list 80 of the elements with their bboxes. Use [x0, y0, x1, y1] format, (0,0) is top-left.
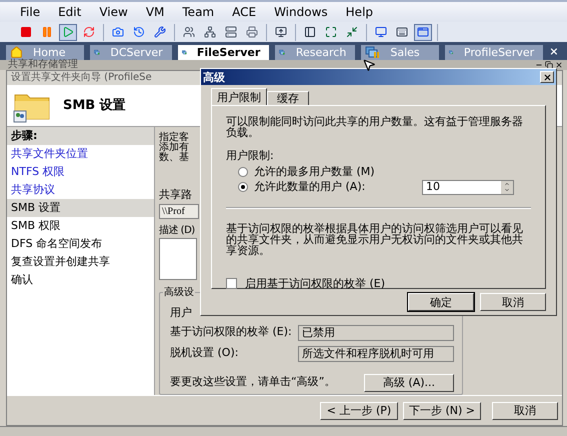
intro-text: 指定客: [159, 133, 189, 143]
users-icon: [183, 26, 195, 38]
window-icon: [417, 26, 429, 38]
intro-text: 数、基: [159, 153, 189, 163]
user-limit-description: 可以限制能同时访问此共享的用户数量。这有益于管理服务器负载。: [226, 116, 524, 138]
path-field: \\Prof: [159, 204, 199, 218]
keyboard-icon: [396, 26, 408, 38]
path-label: 共享路: [159, 187, 192, 203]
enumeration-description: 基于访问权限的枚举根据具体用户的访问权筛选用户可以看见的共享文件夹，从而避免显示用户无权访问的文件夹或其他共享资源。: [226, 222, 524, 256]
dialog-button[interactable]: 取消: [492, 402, 558, 420]
radio-label: 允许此数量的用户 (A):: [254, 178, 366, 195]
step-item[interactable]: 共享协议: [7, 181, 154, 199]
printer-icon: [246, 26, 258, 38]
server-icon: [225, 26, 237, 38]
setting-value: 所选文件和程序脱机时可用: [298, 346, 454, 362]
close-icon[interactable]: [549, 46, 559, 57]
dialog-title: 高级: [203, 72, 225, 82]
stop-icon: [20, 26, 32, 38]
step-item[interactable]: NTFS 权限: [7, 163, 154, 181]
intro-text: 添加有: [159, 143, 189, 153]
radio-button[interactable]: [238, 167, 248, 177]
description-label: 描述 (D): [159, 224, 195, 238]
dialog-button[interactable]: 高级 (A)...: [364, 374, 454, 392]
user-limit-label: 用户: [170, 305, 193, 322]
dialog-tab[interactable]: 用户限制: [211, 88, 267, 105]
fit-icon: [346, 26, 358, 38]
history-icon: [133, 26, 145, 38]
checkbox-label: 启用基于访问权限的枚举 (E): [245, 276, 386, 292]
step-item[interactable]: 共享文件夹位置: [7, 145, 154, 163]
wizard-title: 设置共享文件夹向导 (ProfileSe: [11, 73, 152, 83]
close-button[interactable]: [540, 71, 554, 83]
dialog-button[interactable]: 下一步 (N) >: [403, 402, 481, 420]
description-field[interactable]: [159, 238, 197, 280]
monitor-icon: [375, 26, 387, 38]
user-count-value: 10: [425, 178, 441, 195]
radio-button[interactable]: [238, 182, 248, 192]
menu-item[interactable]: Windows: [274, 3, 328, 21]
fullscreen-icon: [325, 26, 337, 38]
wrench-icon: [154, 26, 166, 38]
monitor-icon: [275, 26, 287, 38]
user-count-spinner[interactable]: 10: [422, 180, 514, 194]
close-icon[interactable]: [555, 61, 563, 69]
menu-item[interactable]: View: [99, 3, 128, 21]
paused-vm-icon: [365, 46, 380, 59]
menu-item[interactable]: VM: [146, 3, 164, 21]
change-settings-note: 要更改这些设置，请单击“高级”。: [170, 374, 336, 390]
setting-label: 基于访问权限的枚举 (E):: [170, 324, 293, 340]
step-item[interactable]: SMB 权限: [7, 217, 154, 235]
play-icon: [62, 26, 74, 38]
restore-icon[interactable]: [545, 61, 553, 69]
user-limit-label: 用户限制:: [226, 148, 275, 164]
dialog-button[interactable]: < 上一步 (P): [320, 402, 398, 420]
close-icon: [542, 72, 552, 82]
checkbox[interactable]: [226, 278, 237, 290]
sidebar-icon: [304, 26, 316, 38]
pause-icon: [41, 26, 53, 38]
camera-icon: [112, 26, 124, 38]
dialog-button[interactable]: 取消: [480, 293, 546, 311]
page-heading: SMB 设置: [63, 96, 126, 115]
dialog-button[interactable]: 确定: [408, 293, 474, 311]
step-item[interactable]: DFS 命名空间发布: [7, 235, 154, 253]
menu-item[interactable]: ACE: [232, 3, 256, 21]
dialog-tab[interactable]: 缓存: [267, 91, 309, 105]
setting-label: 脱机设置 (O):: [170, 345, 240, 362]
network-icon: [204, 26, 216, 38]
home-icon: [10, 46, 23, 59]
step-item[interactable]: 确认: [7, 271, 154, 289]
step-item[interactable]: 复查设置并创建共享: [7, 253, 154, 271]
menu-item[interactable]: Edit: [58, 3, 82, 21]
menu-item[interactable]: File: [20, 3, 40, 21]
radio-label: 允许的最多用户数量 (M): [254, 164, 376, 180]
refresh-icon: [83, 26, 95, 38]
steps-header: 步骤:: [7, 127, 154, 145]
menu-item[interactable]: Help: [346, 3, 374, 21]
toolbar-button[interactable]: [414, 24, 432, 40]
setting-value: 已禁用: [298, 324, 454, 341]
tab[interactable]: FileServer: [178, 45, 270, 60]
menu-item[interactable]: Team: [182, 3, 214, 21]
window-title: 共享和存储管理: [8, 60, 78, 70]
step-item[interactable]: SMB 设置: [7, 199, 154, 217]
